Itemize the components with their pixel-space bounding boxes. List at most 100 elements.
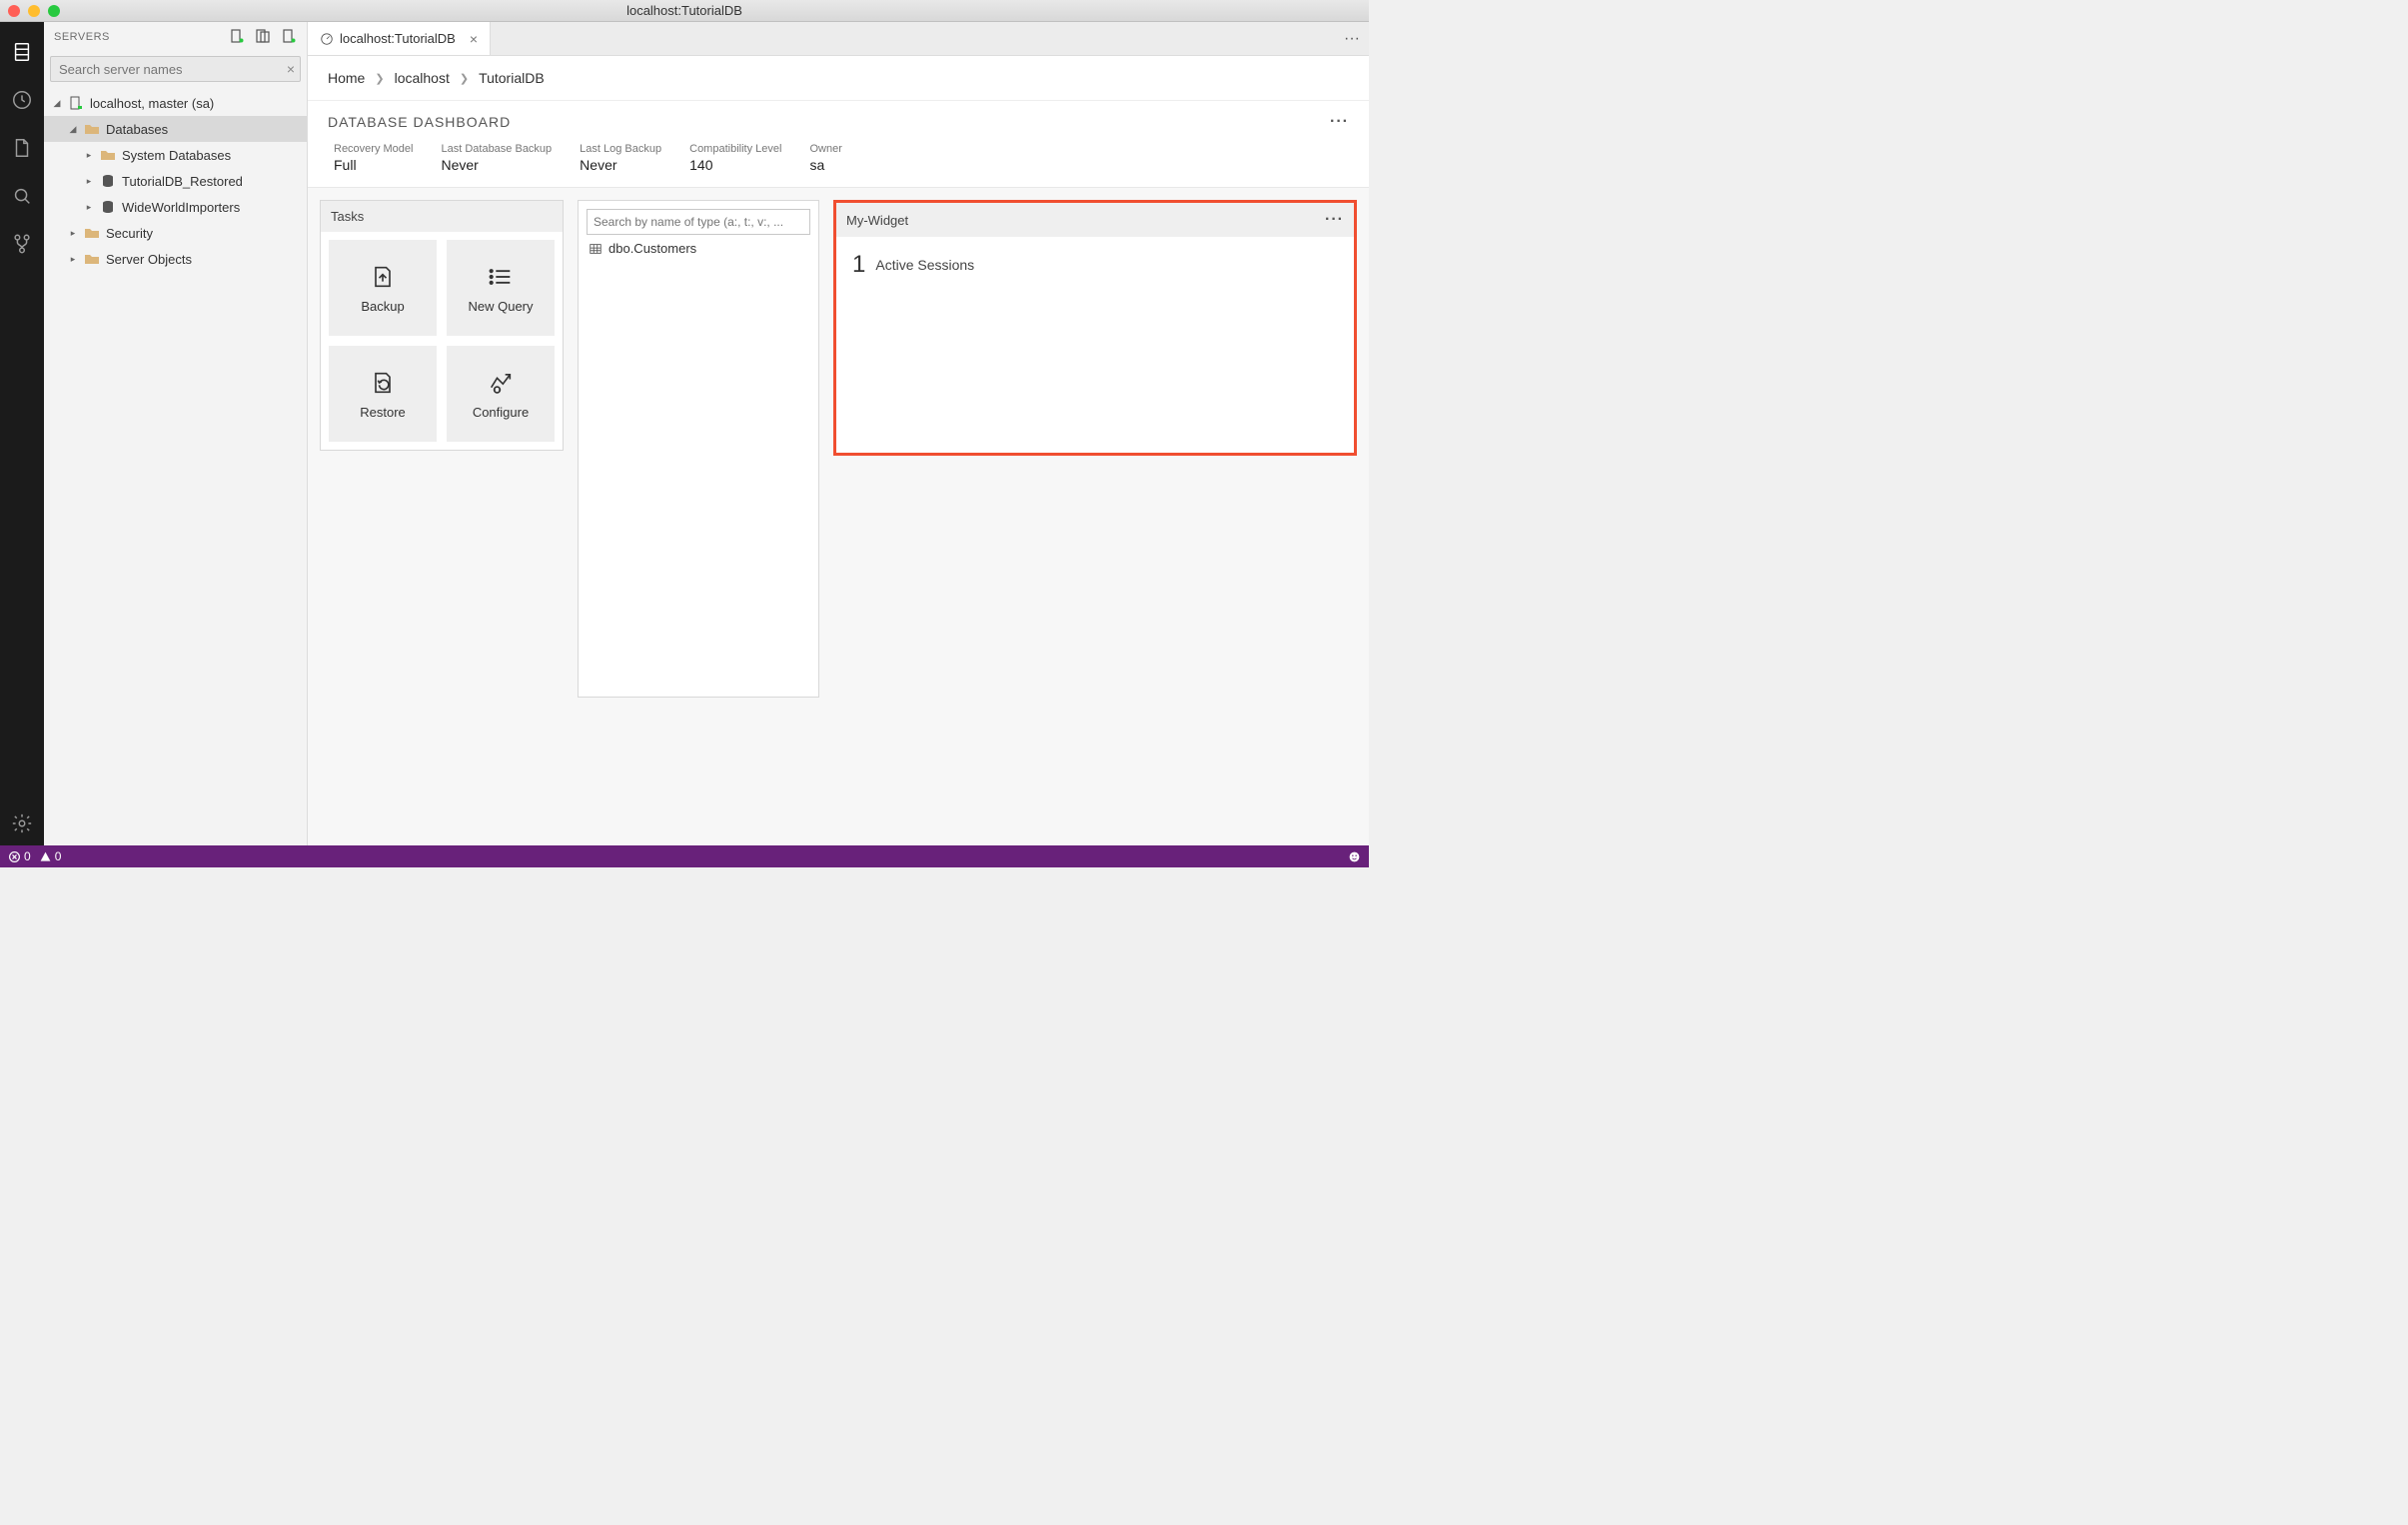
tree-server-node[interactable]: ◢ localhost, master (sa) [44, 90, 307, 116]
server-icon [68, 95, 84, 111]
search-activity-icon[interactable] [0, 174, 44, 218]
task-new-query[interactable]: New Query [447, 240, 555, 336]
prop-value: Never [580, 157, 661, 173]
tab-title: localhost:TutorialDB [340, 31, 456, 46]
widget-label: Active Sessions [875, 257, 974, 273]
error-count: 0 [24, 849, 31, 863]
error-icon [8, 850, 21, 863]
prop-label: Last Log Backup [580, 143, 661, 155]
maximize-window-button[interactable] [48, 5, 60, 17]
tree-security-node[interactable]: ▸ Security [44, 220, 307, 246]
clear-search-icon[interactable]: × [287, 61, 295, 77]
activity-bar [0, 22, 44, 845]
task-label: Restore [360, 405, 406, 420]
backup-icon [369, 263, 397, 291]
tab-overflow-icon[interactable]: ··· [1335, 22, 1369, 55]
breadcrumb-db[interactable]: TutorialDB [479, 70, 545, 86]
object-search-panel: dbo.Customers [578, 200, 819, 698]
folder-icon [84, 121, 100, 137]
tree-server-objects-node[interactable]: ▸ Server Objects [44, 246, 307, 272]
tree-item-label: Server Objects [106, 252, 192, 267]
chevron-right-icon: ❯ [460, 72, 469, 85]
warning-icon [39, 850, 52, 863]
dashboard-title: DATABASE DASHBOARD [328, 114, 511, 130]
folder-icon [100, 147, 116, 163]
widget-more-icon[interactable]: ··· [1325, 211, 1344, 229]
search-result-label: dbo.Customers [608, 241, 696, 256]
prop-value: Full [334, 157, 413, 173]
status-errors[interactable]: 0 [8, 849, 31, 863]
close-tab-icon[interactable]: × [470, 31, 478, 47]
widget-count: 1 [852, 251, 865, 279]
tree-item-label: System Databases [122, 148, 231, 163]
new-group-icon[interactable] [255, 28, 271, 47]
dashboard-icon [320, 32, 334, 46]
prop-value: sa [809, 157, 841, 173]
prop-label: Owner [809, 143, 841, 155]
database-icon [100, 199, 116, 215]
warning-count: 0 [55, 849, 62, 863]
task-restore[interactable]: Restore [329, 346, 437, 442]
database-icon [100, 173, 116, 189]
object-search-input[interactable] [587, 209, 810, 235]
configure-icon [487, 369, 515, 397]
tree-item-label: TutorialDB_Restored [122, 174, 243, 189]
tree-databases-label: Databases [106, 122, 168, 137]
task-label: Backup [361, 299, 404, 314]
tree-item-label: Security [106, 226, 153, 241]
window-titlebar: localhost:TutorialDB [0, 0, 1369, 22]
my-widget-panel: My-Widget ··· 1 Active Sessions [833, 200, 1357, 456]
editor-tabbar: localhost:TutorialDB × ··· [308, 22, 1369, 56]
prop-label: Compatibility Level [689, 143, 781, 155]
status-feedback[interactable] [1348, 850, 1361, 863]
refresh-icon[interactable] [281, 28, 297, 47]
sidebar-title: SERVERS [54, 31, 110, 43]
task-configure[interactable]: Configure [447, 346, 555, 442]
folder-icon [84, 251, 100, 267]
chevron-right-icon: ❯ [375, 72, 384, 85]
close-window-button[interactable] [8, 5, 20, 17]
source-control-activity-icon[interactable] [0, 222, 44, 266]
server-search-input[interactable] [50, 56, 301, 82]
server-tree: ◢ localhost, master (sa) ◢ Databases ▸ S… [44, 86, 307, 272]
table-icon [589, 242, 602, 256]
servers-activity-icon[interactable] [0, 30, 44, 74]
dashboard-more-icon[interactable]: ··· [1330, 113, 1349, 131]
widget-title: My-Widget [846, 213, 908, 228]
status-bar: 0 0 [0, 845, 1369, 867]
restore-icon [369, 369, 397, 397]
prop-label: Last Database Backup [441, 143, 552, 155]
tree-item-label: WideWorldImporters [122, 200, 240, 215]
prop-value: 140 [689, 157, 781, 173]
settings-activity-icon[interactable] [0, 801, 44, 845]
traffic-lights [8, 5, 60, 17]
tasks-title: Tasks [331, 209, 364, 224]
tasks-panel: Tasks Backup New Query Restore [320, 200, 564, 451]
tree-databases-node[interactable]: ◢ Databases [44, 116, 307, 142]
folder-icon [84, 225, 100, 241]
tree-server-label: localhost, master (sa) [90, 96, 214, 111]
search-result-row[interactable]: dbo.Customers [587, 235, 810, 262]
smiley-icon [1348, 850, 1361, 863]
task-label: New Query [468, 299, 533, 314]
servers-sidebar: SERVERS × ◢ localhost, master (sa) ◢ Dat… [44, 22, 308, 845]
new-query-icon [487, 263, 515, 291]
dashboard-properties: Recovery Model Full Last Database Backup N… [328, 131, 1349, 187]
minimize-window-button[interactable] [28, 5, 40, 17]
file-activity-icon[interactable] [0, 126, 44, 170]
editor-tab[interactable]: localhost:TutorialDB × [308, 22, 491, 55]
task-backup[interactable]: Backup [329, 240, 437, 336]
new-connection-icon[interactable] [229, 28, 245, 47]
tree-db-child[interactable]: ▸ System Databases [44, 142, 307, 168]
history-activity-icon[interactable] [0, 78, 44, 122]
task-label: Configure [473, 405, 529, 420]
breadcrumb: Home ❯ localhost ❯ TutorialDB [308, 56, 1369, 101]
window-title: localhost:TutorialDB [626, 3, 742, 18]
tree-db-child[interactable]: ▸ TutorialDB_Restored [44, 168, 307, 194]
tree-db-child[interactable]: ▸ WideWorldImporters [44, 194, 307, 220]
breadcrumb-home[interactable]: Home [328, 70, 365, 86]
breadcrumb-server[interactable]: localhost [395, 70, 450, 86]
prop-label: Recovery Model [334, 143, 413, 155]
prop-value: Never [441, 157, 552, 173]
status-warnings[interactable]: 0 [39, 849, 62, 863]
